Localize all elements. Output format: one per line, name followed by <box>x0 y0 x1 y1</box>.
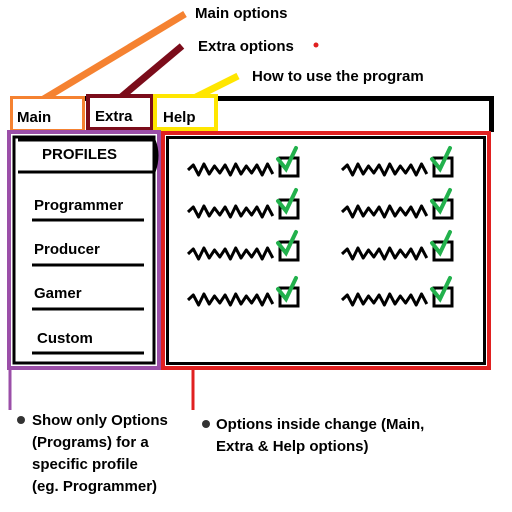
tab-main[interactable]: Main <box>17 109 51 126</box>
tab-extra[interactable]: Extra <box>95 108 133 125</box>
window-right-edge <box>489 96 494 132</box>
profile-programmer[interactable]: Programmer <box>34 197 123 214</box>
left-note-bullet <box>17 416 25 424</box>
profile-producer[interactable]: Producer <box>34 241 100 258</box>
profiles-note-line: (eg. Programmer) <box>32 478 158 495</box>
options-note-line: Extra & Help options) <box>216 438 369 455</box>
tab-help[interactable]: Help <box>163 109 196 126</box>
right-note-bullet <box>202 420 210 428</box>
options-note: Options inside change (Main, Extra & Hel… <box>216 414 424 458</box>
profiles-note-line: (Programs) for a <box>32 434 149 451</box>
help-pointer <box>194 72 240 101</box>
extra-options-pointer <box>117 43 185 101</box>
profiles-note-line: specific profile <box>32 456 138 473</box>
main-options-label: Main options <box>195 5 288 22</box>
profile-custom[interactable]: Custom <box>37 330 93 347</box>
how-to-use-label: How to use the program <box>252 68 424 85</box>
options-note-line: Options inside change (Main, <box>216 416 425 433</box>
red-dot <box>313 42 319 48</box>
profile-gamer[interactable]: Gamer <box>34 285 82 302</box>
profiles-header: PROFILES <box>42 146 118 163</box>
extra-options-label: Extra options <box>198 38 294 55</box>
profiles-note-line: Show only Options <box>32 412 168 429</box>
profiles-note: Show only Options (Programs) for a speci… <box>32 410 168 498</box>
